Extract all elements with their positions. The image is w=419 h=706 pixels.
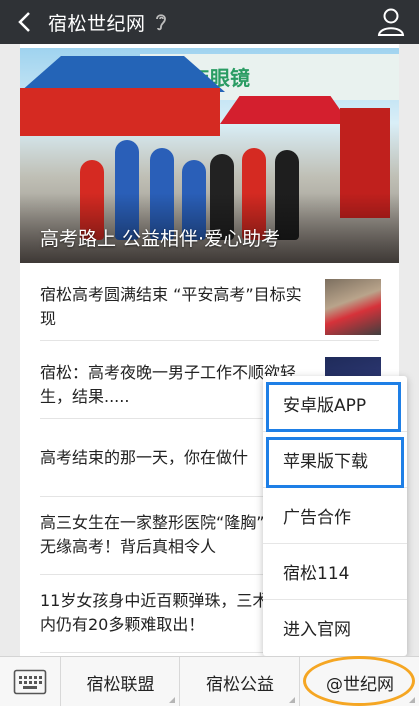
menu-item-susong-114[interactable]: 宿松114 — [263, 544, 407, 600]
menu-item-official-site[interactable]: 进入官网 — [263, 600, 407, 656]
keyboard-icon[interactable] — [0, 657, 61, 706]
hero-caption: 高考路上 公益相伴·爱心助考 — [40, 228, 281, 250]
submenu-corner-icon — [169, 697, 175, 703]
tab-label: 宿松联盟 — [86, 674, 155, 695]
menu-item-ad-cooperation[interactable]: 广告合作 — [263, 488, 407, 544]
tab-label: 宿松公益 — [206, 674, 274, 695]
tab-susong-alliance[interactable]: 宿松联盟 — [62, 657, 180, 706]
highlight-box-android — [266, 382, 401, 432]
submenu-corner-icon — [409, 697, 415, 703]
article-thumbnail — [325, 279, 381, 335]
menu-item-label: 广告合作 — [283, 508, 351, 528]
page-title: 宿松世纪网 — [48, 13, 146, 35]
top-bar: 宿松世纪网 — [0, 0, 419, 44]
user-profile-icon[interactable] — [377, 7, 405, 37]
menu-item-label: 宿松114 — [283, 564, 350, 584]
submenu-corner-icon — [289, 697, 295, 703]
article-title: 宿松高考圆满结束 “平安高考”目标实现 — [40, 285, 302, 328]
highlight-box-ios — [266, 437, 404, 488]
list-item[interactable]: 宿松高考圆满结束 “平安高考”目标实现 — [40, 263, 381, 341]
ear-listen-icon — [153, 11, 169, 33]
hero-image[interactable]: 小年眼镜 高考路上 公益相伴·爱心助考 — [20, 48, 399, 263]
tab-susong-charity[interactable]: 宿松公益 — [181, 657, 300, 706]
highlight-oval — [303, 656, 415, 706]
menu-item-label: 进入官网 — [283, 620, 351, 640]
back-arrow-icon[interactable] — [10, 6, 38, 38]
